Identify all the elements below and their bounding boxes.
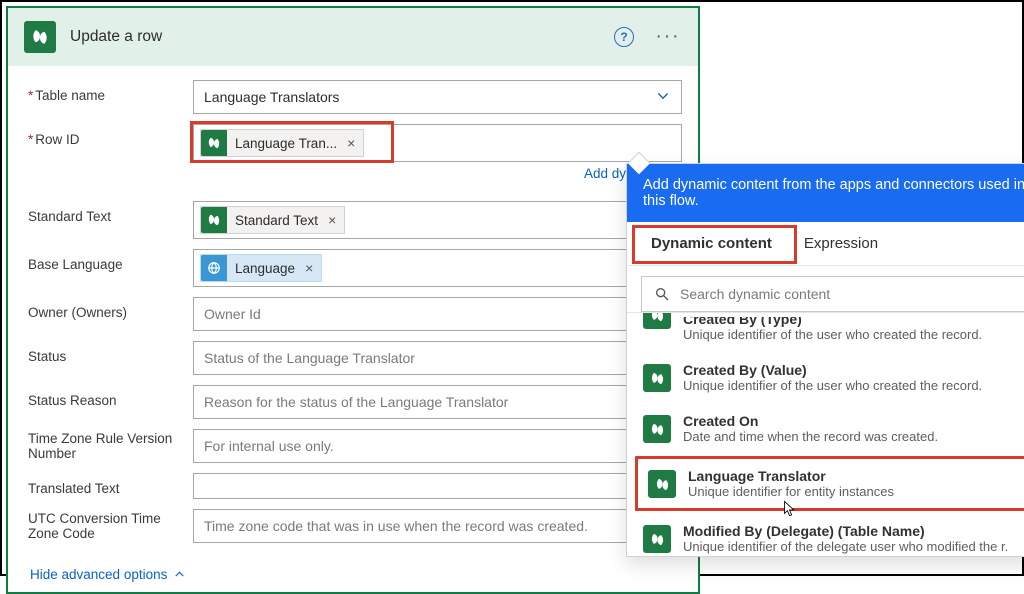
param-label: Translated Text xyxy=(28,473,187,496)
param-label: Time Zone Rule Version Number xyxy=(28,429,187,461)
help-icon[interactable]: ? xyxy=(614,27,634,47)
param-standard-text: Standard Text Standard Text × xyxy=(28,201,682,239)
base-language-input[interactable]: Language × xyxy=(193,249,682,287)
param-base-language: Base Language Language × xyxy=(28,249,682,287)
tz-rule-version-input[interactable]: For internal use only. xyxy=(193,429,682,463)
utc-conv-input[interactable]: Time zone code that was in use when the … xyxy=(193,509,682,543)
dc-search-wrap: Search dynamic content xyxy=(627,266,1024,313)
dc-item-desc: Unique identifier of the delegate user w… xyxy=(683,539,1024,554)
token-standard-text[interactable]: Standard Text × xyxy=(200,206,345,234)
dc-tabs: Dynamic content Expression xyxy=(627,222,1024,266)
hide-advanced-options-link[interactable]: Hide advanced options xyxy=(8,557,698,592)
dataverse-icon xyxy=(643,364,671,392)
annotation-highlight: Language Translator Unique identifier fo… xyxy=(635,456,1024,511)
dc-item-desc: Unique identifier for entity instances xyxy=(688,484,1024,499)
dc-item-title: Created By (Value) xyxy=(683,362,1024,378)
dc-item-language-translator[interactable]: Language Translator Unique identifier fo… xyxy=(638,459,1024,508)
dc-item-title: Created On xyxy=(683,413,1024,429)
update-row-card: Update a row ? ··· *Table name Language … xyxy=(6,6,700,594)
globe-icon xyxy=(201,255,227,281)
param-row-id: *Row ID Language Tran... × Add dynamic c… xyxy=(28,124,682,191)
parameters-section: *Table name Language Translators *Row ID… xyxy=(8,66,698,557)
token-label: Language Tran... xyxy=(227,132,345,155)
dataverse-icon xyxy=(643,313,671,329)
dc-item-modified-by-delegate[interactable]: Modified By (Delegate) (Table Name) Uniq… xyxy=(627,513,1024,556)
param-tz-rule-version: Time Zone Rule Version Number For intern… xyxy=(28,429,682,463)
dc-item-created-on[interactable]: Created On Date and time when the record… xyxy=(627,403,1024,454)
param-label: Status Reason xyxy=(28,385,187,408)
dc-item-created-by-type[interactable]: Created By (Type) Unique identifier of t… xyxy=(627,317,1024,352)
status-input[interactable]: Status of the Language Translator xyxy=(193,341,682,375)
token-remove-button[interactable]: × xyxy=(345,135,363,151)
translated-text-input[interactable] xyxy=(193,473,682,499)
card-menu-button[interactable]: ··· xyxy=(654,26,682,48)
card-header: Update a row ? ··· xyxy=(8,8,698,66)
table-name-select[interactable]: Language Translators xyxy=(193,80,682,114)
link-label: Hide advanced options xyxy=(30,567,167,582)
dc-item-title: Language Translator xyxy=(688,468,1024,484)
token-label: Language xyxy=(227,257,303,280)
tab-expression[interactable]: Expression xyxy=(788,222,894,265)
dynamic-content-panel: Add dynamic content from the apps and co… xyxy=(626,163,1024,557)
row-id-input[interactable]: Language Tran... × xyxy=(193,124,682,162)
card-title: Update a row xyxy=(70,28,600,46)
chevron-down-icon xyxy=(655,88,671,107)
param-label: Standard Text xyxy=(28,201,187,224)
token-label: Standard Text xyxy=(227,209,326,232)
param-status: Status Status of the Language Translator xyxy=(28,341,682,375)
param-label: Owner (Owners) xyxy=(28,297,187,320)
dc-item-desc: Date and time when the record was create… xyxy=(683,429,1024,444)
param-translated-text: Translated Text xyxy=(28,473,682,499)
standard-text-input[interactable]: Standard Text × xyxy=(193,201,682,239)
dc-item-title: Modified By (Delegate) (Table Name) xyxy=(683,523,1024,539)
dataverse-icon xyxy=(643,525,671,553)
token-language-translator[interactable]: Language Tran... × xyxy=(200,129,364,157)
param-utc-conv: UTC Conversion Time Zone Code Time zone … xyxy=(28,509,682,543)
dc-item-title: Created By (Type) xyxy=(683,317,1024,327)
param-label: Status xyxy=(28,341,187,364)
dataverse-icon xyxy=(201,130,227,156)
dc-search-input[interactable]: Search dynamic content xyxy=(641,276,1024,312)
dc-header: Add dynamic content from the apps and co… xyxy=(627,164,1024,222)
dataverse-icon xyxy=(643,415,671,443)
param-label: *Table name xyxy=(28,80,187,103)
dc-header-text: Add dynamic content from the apps and co… xyxy=(643,177,1024,209)
token-language[interactable]: Language × xyxy=(200,254,322,282)
dc-item-desc: Unique identifier of the user who create… xyxy=(683,327,1024,342)
param-owner: Owner (Owners) Owner Id xyxy=(28,297,682,331)
dc-item-list: Created By (Type) Unique identifier of t… xyxy=(627,313,1024,556)
token-remove-button[interactable]: × xyxy=(303,260,321,276)
dc-item-created-by-value[interactable]: Created By (Value) Unique identifier of … xyxy=(627,352,1024,403)
dataverse-icon xyxy=(201,207,227,233)
tab-dynamic-content[interactable]: Dynamic content xyxy=(635,222,788,265)
param-table-name: *Table name Language Translators xyxy=(28,80,682,114)
dc-item-desc: Unique identifier of the user who create… xyxy=(683,378,1024,393)
param-label: UTC Conversion Time Zone Code xyxy=(28,509,187,541)
select-value: Language Translators xyxy=(204,89,339,105)
param-label: *Row ID xyxy=(28,124,187,147)
search-icon xyxy=(654,286,670,302)
param-label: Base Language xyxy=(28,249,187,272)
param-status-reason: Status Reason Reason for the status of t… xyxy=(28,385,682,419)
dataverse-icon xyxy=(648,470,676,498)
add-dynamic-content-link[interactable]: Add dynamic co xyxy=(193,162,682,191)
chevron-up-icon xyxy=(173,568,186,581)
status-reason-input[interactable]: Reason for the status of the Language Tr… xyxy=(193,385,682,419)
search-placeholder: Search dynamic content xyxy=(680,286,830,302)
dataverse-connector-icon xyxy=(24,21,56,53)
token-remove-button[interactable]: × xyxy=(326,212,344,228)
owner-input[interactable]: Owner Id xyxy=(193,297,682,331)
